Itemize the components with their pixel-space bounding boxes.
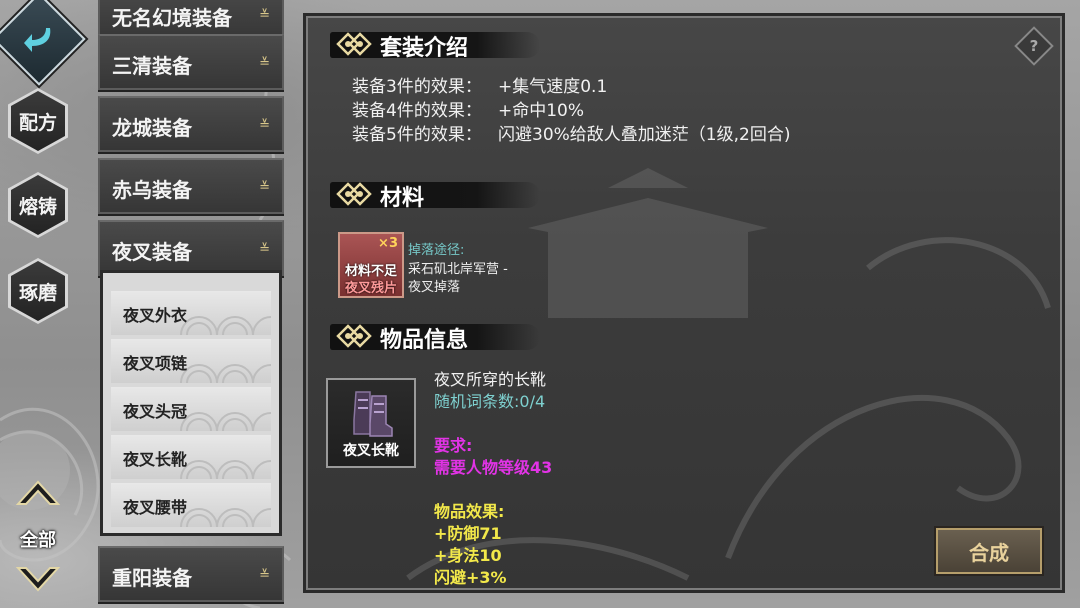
category-item[interactable]: 赤乌装备 ≚	[98, 158, 284, 214]
expand-chevron-icon: ≚	[259, 568, 270, 583]
item-icon-name: 夜叉长靴	[343, 443, 399, 459]
back-arrow-icon	[24, 28, 51, 52]
item-description: 夜叉所穿的长靴	[434, 370, 547, 389]
section-set-intro: 套装介绍	[330, 28, 540, 61]
item-effect: +防御71	[434, 524, 502, 543]
expand-chevron-icon: ≚	[259, 118, 270, 133]
set-effect-value: 闪避30%给敌人叠加迷茫（1级,2回合)	[498, 125, 791, 145]
set-effect-label: 装备4件的效果：	[352, 101, 482, 121]
drop-source-title: 掉落途径:	[408, 243, 465, 258]
set-effect-label: 装备5件的效果：	[352, 125, 482, 145]
material-slot[interactable]: ×3 材料不足 夜叉残片	[338, 232, 404, 298]
tab-casting-label: 熔铸	[18, 195, 57, 218]
diamond-emblem-icon	[336, 32, 372, 56]
category-label: 夜叉装备	[112, 240, 192, 264]
sub-item-label: 夜叉外衣	[123, 306, 188, 325]
item-effect-title: 物品效果:	[434, 502, 505, 521]
filter-all-label[interactable]: 全部	[0, 526, 76, 552]
sub-item-list: 夜叉外衣 夜叉项链 夜叉头冠 夜叉长靴 夜叉腰带	[100, 270, 282, 536]
expand-chevron-icon: ≚	[259, 242, 270, 257]
expand-chevron-icon: ≚	[259, 56, 270, 71]
chevron-up-icon[interactable]	[14, 474, 62, 508]
craft-button-label: 合成	[969, 540, 1009, 565]
section-title: 套装介绍	[380, 36, 469, 61]
set-effect-line: 装备5件的效果： 闪避30%给敌人叠加迷茫（1级,2回合)	[352, 120, 790, 145]
tab-polish-label: 琢磨	[18, 281, 57, 304]
sub-item-label: 夜叉头冠	[123, 402, 188, 421]
item-icon-slot[interactable]: 夜叉长靴	[326, 378, 416, 468]
diamond-emblem-icon	[336, 182, 372, 206]
filter-all: 全部	[0, 474, 76, 604]
category-label: 重阳装备	[112, 566, 192, 590]
item-effect: 闪避+3%	[434, 568, 507, 587]
drop-source-line: 夜叉掉落	[408, 280, 461, 295]
sub-item-label: 夜叉长靴	[123, 450, 188, 469]
drop-source-line: 采石矶北岸军营 -	[408, 262, 508, 277]
set-effect-line: 装备4件的效果： +命中10%	[352, 96, 584, 121]
material-count: ×3	[378, 236, 398, 251]
set-effect-value: +命中10%	[498, 101, 585, 121]
section-title: 材料	[380, 186, 425, 211]
sub-item[interactable]: 夜叉项链	[111, 339, 271, 383]
category-label: 龙城装备	[112, 116, 192, 140]
set-effect-label: 装备3件的效果：	[352, 77, 482, 97]
sub-item[interactable]: 夜叉腰带	[111, 483, 271, 527]
expand-chevron-icon: ≚	[259, 180, 270, 195]
sub-item[interactable]: 夜叉外衣	[111, 291, 271, 335]
category-item[interactable]: 重阳装备 ≚	[98, 546, 284, 602]
sub-item[interactable]: 夜叉头冠	[111, 387, 271, 431]
sub-item-label: 夜叉项链	[123, 354, 188, 373]
set-effect-value: +集气速度0.1	[498, 77, 608, 97]
item-effect: +身法10	[434, 546, 502, 565]
sub-item-label: 夜叉腰带	[123, 498, 188, 517]
category-item[interactable]: 龙城装备 ≚	[98, 96, 284, 152]
category-item[interactable]: 三清装备 ≚	[98, 34, 284, 90]
help-icon: ?	[1029, 37, 1039, 55]
section-item-info: 物品信息	[330, 320, 540, 353]
category-label: 三清装备	[112, 54, 192, 78]
item-affixes: 随机词条数:0/4	[434, 392, 546, 411]
detail-panel: ? 套装介绍 装备3件的效果： +集气速度0.1 装备4件的效果： +命中10%…	[306, 16, 1062, 590]
category-label: 无名幻境装备	[112, 6, 232, 30]
set-effect-line: 装备3件的效果： +集气速度0.1	[352, 72, 607, 97]
requirement-title: 要求:	[434, 436, 473, 455]
expand-chevron-icon: ≚	[259, 8, 270, 23]
sub-item-selected[interactable]: 夜叉长靴	[111, 435, 271, 479]
category-item-selected[interactable]: 夜叉装备 ≚	[98, 220, 284, 276]
craft-button[interactable]: 合成	[936, 528, 1042, 574]
section-title: 物品信息	[380, 328, 469, 353]
boots-icon	[353, 391, 393, 437]
diamond-emblem-icon	[336, 324, 372, 348]
chevron-down-icon[interactable]	[14, 564, 62, 598]
tab-recipe-label: 配方	[18, 111, 57, 134]
material-name: 夜叉残片	[344, 281, 397, 296]
category-label: 赤乌装备	[112, 178, 192, 202]
section-materials: 材料	[330, 178, 540, 211]
requirement-value: 需要人物等级43	[434, 458, 553, 477]
